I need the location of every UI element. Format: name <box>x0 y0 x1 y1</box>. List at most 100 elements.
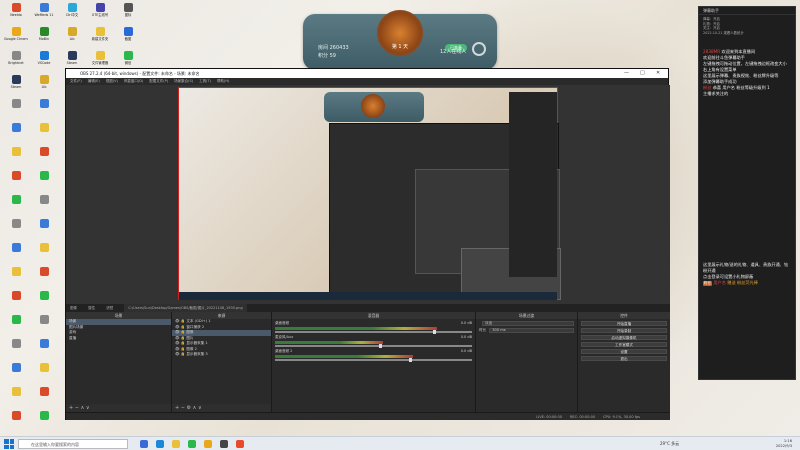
desktop-icon[interactable] <box>32 99 56 119</box>
menu-item[interactable]: 编辑(E) <box>88 79 100 83</box>
app-icon <box>39 171 49 180</box>
gift-badge: 粉丝 <box>703 281 712 286</box>
volume-fader[interactable] <box>275 330 472 334</box>
fader-handle[interactable] <box>432 330 436 334</box>
volume-fader[interactable] <box>275 344 472 348</box>
desktop-icon[interactable] <box>32 171 56 191</box>
menu-item[interactable]: 场景集合(S) <box>174 79 193 83</box>
properties-button[interactable]: 属性 <box>88 306 95 310</box>
desktop-icon[interactable] <box>32 195 56 215</box>
desktop-icon[interactable] <box>4 219 28 239</box>
desktop-icon[interactable] <box>32 411 56 431</box>
menu-item[interactable]: 帮助(H) <box>217 79 229 83</box>
desktop-icon[interactable] <box>32 291 56 311</box>
file-explorer-icon[interactable] <box>172 440 180 448</box>
douyu-icon[interactable] <box>236 440 244 448</box>
wechat-icon[interactable] <box>188 440 196 448</box>
desktop-icon[interactable] <box>32 267 56 287</box>
up-icon[interactable]: ∧ <box>81 405 85 411</box>
gift-action: 赠送 粉丝荧光棒 <box>727 280 758 285</box>
gear-icon[interactable]: ⚙ <box>187 405 191 411</box>
preview-source-frame[interactable] <box>178 87 561 300</box>
preview-chat-panel <box>509 92 557 277</box>
up-icon[interactable]: ∧ <box>193 405 197 411</box>
desktop-icon[interactable] <box>32 387 56 407</box>
obs-icon[interactable] <box>220 440 228 448</box>
minimize-icon[interactable]: — <box>624 69 629 78</box>
desktop-icon[interactable]: VSCode <box>32 51 56 71</box>
desktop-icon[interactable]: Steam <box>4 75 28 95</box>
add-icon[interactable]: + <box>69 405 73 411</box>
desktop-icon[interactable]: UTE主线号 <box>88 3 112 23</box>
control-button[interactable]: 退出 <box>581 355 667 361</box>
control-button[interactable]: 设置 <box>581 348 667 354</box>
close-icon[interactable]: ✕ <box>656 69 660 78</box>
menu-item[interactable]: 文件(F) <box>70 79 82 83</box>
menu-item[interactable]: 配置文件(P) <box>149 79 168 83</box>
desktop-icon[interactable] <box>32 243 56 263</box>
remove-icon[interactable]: − <box>181 405 185 411</box>
filters-button[interactable]: 滤镜 <box>106 306 113 310</box>
edge-icon[interactable] <box>156 440 164 448</box>
menu-item[interactable]: 停靠窗口(D) <box>124 79 143 83</box>
fader-handle[interactable] <box>408 358 412 362</box>
desktop-icon[interactable] <box>4 147 28 167</box>
desktop-icon[interactable] <box>32 363 56 383</box>
desktop-icon[interactable] <box>4 291 28 311</box>
desktop-icon[interactable]: 新建文件夹 <box>88 27 112 47</box>
channel-db: 0.0 dB <box>460 349 472 353</box>
desktop-icon[interactable]: 截图 <box>116 27 140 47</box>
scene-item[interactable]: 直播 <box>66 336 171 342</box>
desktop-icon[interactable] <box>32 123 56 143</box>
chrome-icon[interactable] <box>204 440 212 448</box>
control-button[interactable]: 启动虚拟摄像机 <box>581 334 667 340</box>
gear-icon[interactable] <box>472 42 486 56</box>
down-icon[interactable]: ∨ <box>86 405 90 411</box>
desktop-icon[interactable]: Lib <box>32 75 56 95</box>
desktop-icon[interactable] <box>32 339 56 359</box>
desktop-icon[interactable] <box>4 363 28 383</box>
remove-icon[interactable]: − <box>75 405 79 411</box>
desktop-icon[interactable] <box>4 171 28 191</box>
source-item[interactable]: 👁 🔒 显示器采集 3 <box>172 352 271 358</box>
app-icon <box>123 27 133 36</box>
desktop-icon[interactable]: 图标 <box>116 3 140 23</box>
windows-start-icon[interactable] <box>4 439 14 449</box>
transition-select[interactable]: 淡出 <box>482 321 574 326</box>
desktop-icon[interactable] <box>4 99 28 119</box>
desktop-icon[interactable] <box>4 411 28 431</box>
maximize-icon[interactable]: □ <box>640 69 645 78</box>
add-icon[interactable]: + <box>175 405 179 411</box>
chat-message: 主播求关注的 <box>699 91 795 97</box>
desktop-icon[interactable]: MoBin <box>32 27 56 47</box>
app-icon <box>67 27 77 36</box>
desktop-icon[interactable] <box>4 315 28 335</box>
fader-handle[interactable] <box>379 344 383 348</box>
desktop-icon[interactable]: Google Chrome <box>4 27 28 47</box>
desktop-icon[interactable] <box>4 195 28 215</box>
desktop-icon[interactable]: Brightnet <box>4 51 28 71</box>
desktop-icon[interactable] <box>32 219 56 239</box>
taskbar-search[interactable]: 在这里输入你要搜索的内容 <box>18 439 128 449</box>
menu-item[interactable]: 工具(T) <box>199 79 211 83</box>
control-button[interactable]: 工作室模式 <box>581 341 667 347</box>
desktop-icon[interactable]: Neeldo <box>4 3 28 23</box>
duration-input[interactable]: 300 ms <box>489 328 574 333</box>
desktop-icon[interactable] <box>4 243 28 263</box>
desktop-icon[interactable] <box>4 387 28 407</box>
control-button[interactable]: 开始直播 <box>581 320 667 326</box>
desktop-icon[interactable] <box>4 267 28 287</box>
desktop-icon[interactable] <box>4 123 28 143</box>
desktop-icon[interactable] <box>32 147 56 167</box>
desktop-icon[interactable] <box>4 339 28 359</box>
task-view-icon[interactable] <box>140 440 148 448</box>
volume-fader[interactable] <box>275 358 472 362</box>
desktop-icon[interactable]: Lib <box>60 27 84 47</box>
desktop-icon[interactable] <box>32 315 56 335</box>
control-button[interactable]: 开始录制 <box>581 327 667 333</box>
desktop-icon[interactable]: WeMeds 11 <box>32 3 56 23</box>
down-icon[interactable]: ∨ <box>198 405 202 411</box>
preview-canvas[interactable] <box>66 85 670 304</box>
desktop-icon[interactable]: Ctrl中文 <box>60 3 84 23</box>
menu-item[interactable]: 视图(V) <box>106 79 118 83</box>
